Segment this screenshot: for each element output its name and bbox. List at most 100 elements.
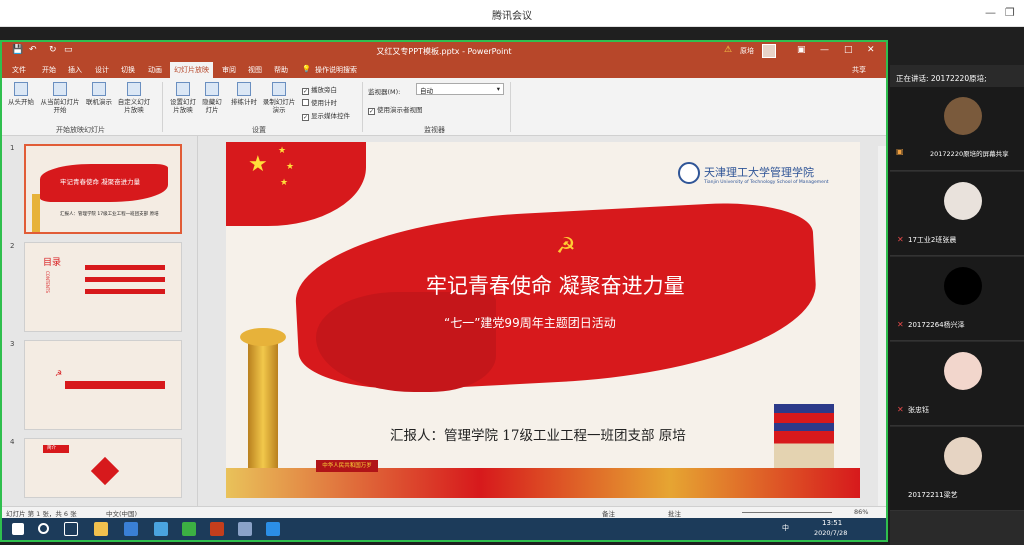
window-title-bar: 腾讯会议 — ❐ (0, 0, 1024, 27)
online-present-button[interactable]: 联机演示 (84, 82, 114, 106)
pillar-cap (240, 328, 286, 346)
participant-tile[interactable]: 20172211梁艺 (890, 427, 1024, 511)
from-start-button[interactable]: 从头开始 (6, 82, 36, 106)
thumb-number: 2 (10, 242, 15, 250)
participant-tile[interactable]: ✕ 17工业2班张晨 (890, 172, 1024, 256)
online-label: 联机演示 (86, 98, 112, 106)
close-icon[interactable]: ✕ (867, 45, 875, 55)
powerpoint-icon[interactable] (210, 522, 224, 536)
tab-help[interactable]: 帮助 (274, 65, 288, 75)
screen-share-icon: ▣ (896, 147, 904, 156)
thumb-toc: 目录 (43, 258, 62, 268)
minimize-icon[interactable]: — (820, 45, 829, 55)
slide-editor: ★ ★ ★ ★ 天津理工大学管理学院 Tianjin University of… (198, 136, 886, 536)
slide-thumbnail-2[interactable]: 目录 CONTENTS (24, 242, 182, 332)
toc-bar (85, 265, 165, 270)
monitor-select[interactable]: 自动 ▾ (416, 83, 504, 95)
search-icon[interactable] (38, 523, 49, 534)
ime-indicator[interactable]: 中 (782, 523, 789, 533)
minimize-icon[interactable]: — (985, 6, 996, 19)
record-label: 录制幻灯片演示 (262, 98, 296, 114)
from-current-button[interactable]: 从当前幻灯片开始 (38, 82, 82, 114)
monitor-value: 自动 (420, 87, 433, 95)
user-name[interactable]: 原培 (740, 46, 754, 56)
tab-slideshow[interactable]: 幻灯片放映 (170, 62, 213, 78)
file-explorer-icon[interactable] (94, 522, 108, 536)
slideshow-current-icon (53, 82, 67, 96)
rehearse-label: 排练计时 (231, 98, 257, 106)
record-button[interactable]: 录制幻灯片演示 (262, 82, 296, 114)
restore-icon[interactable]: ❐ (1005, 6, 1015, 19)
tab-animations[interactable]: 动画 (148, 65, 162, 75)
tiananmen-banner: 中华人民共和国万岁 (316, 460, 378, 472)
zoom-level[interactable]: 86% (854, 508, 868, 516)
flower-band (226, 468, 860, 498)
avatar (944, 437, 982, 475)
temple-of-heaven (774, 404, 834, 468)
participant-tile[interactable]: ✕ 张忠钰 (890, 342, 1024, 426)
rehearse-button[interactable]: 排练计时 (228, 82, 260, 106)
slide-thumbnail-3[interactable]: ☭ (24, 340, 182, 430)
status-bar: 幻灯片 第 1 张，共 6 张 中文(中国) 备注 批注 86% (2, 506, 886, 518)
tab-design[interactable]: 设计 (95, 65, 109, 75)
tab-view[interactable]: 视图 (248, 65, 262, 75)
app-icon[interactable] (238, 522, 252, 536)
presenter-view-label: 使用演示者视图 (377, 106, 423, 114)
browser-icon[interactable] (154, 522, 168, 536)
setup-icon (176, 82, 190, 96)
custom-label: 自定义幻灯片放映 (117, 98, 151, 114)
setup-label: 设置幻灯片放映 (170, 98, 196, 114)
tab-insert[interactable]: 插入 (68, 65, 82, 75)
ribbon-tabs: 文件 开始 插入 设计 切换 动画 幻灯片放映 审阅 视图 帮助 💡 操作说明搜… (2, 60, 886, 78)
thumb-number: 4 (10, 438, 15, 446)
slideshow-icon (14, 82, 28, 96)
media-controls-checkbox[interactable]: ✓ 显示媒体控件 (302, 110, 350, 121)
slide-thumbnail-1[interactable]: 牢记青春使命 凝聚奋进力量 汇报人：管理学院 17级工业工程一班团支部 原培 (24, 144, 182, 234)
participant-name: 张忠钰 (908, 406, 929, 414)
maximize-icon[interactable]: □ (844, 45, 853, 55)
thumb-number: 1 (10, 144, 15, 152)
tell-me-search[interactable]: 操作说明搜索 (315, 65, 357, 75)
share-button[interactable]: 共享 (852, 65, 866, 75)
tab-transitions[interactable]: 切换 (121, 65, 135, 75)
tab-file[interactable]: 文件 (12, 65, 26, 75)
timing-checkbox[interactable]: 使用计时 (302, 97, 337, 107)
avatar (944, 352, 982, 390)
slide-thumbnail-4[interactable]: 简介 (24, 438, 182, 498)
windows-start-icon[interactable] (12, 523, 24, 535)
clock-time[interactable]: 13:51 (822, 519, 842, 527)
custom-show-button[interactable]: 自定义幻灯片放映 (116, 82, 152, 114)
clock-date[interactable]: 2020/7/28 (814, 529, 847, 537)
avatar (944, 182, 982, 220)
toc-bar (85, 289, 165, 294)
thumb-title: 牢记青春使命 凝聚奋进力量 (60, 178, 141, 186)
tab-home[interactable]: 开始 (42, 65, 56, 75)
hide-slide-button[interactable]: 隐藏幻灯片 (200, 82, 224, 114)
notes-button[interactable]: 备注 (602, 508, 615, 518)
zoom-slider[interactable] (742, 512, 832, 513)
comments-button[interactable]: 批注 (668, 508, 681, 518)
task-view-icon[interactable] (64, 522, 78, 536)
group-monitor: 监视器 (424, 126, 445, 134)
vertical-scrollbar[interactable] (878, 146, 886, 526)
ribbon-display-icon[interactable]: ▣ (797, 45, 806, 55)
separator (510, 82, 511, 132)
narration-checkbox[interactable]: ✓ 播放旁白 (302, 84, 337, 95)
logo-subtext: Tianjin University of Technology School … (704, 180, 829, 185)
language[interactable]: 中文(中国) (106, 508, 137, 518)
participant-tile[interactable]: ✕ 20172264杨兴泽 (890, 257, 1024, 341)
slide-canvas[interactable]: ★ ★ ★ ★ 天津理工大学管理学院 Tianjin University of… (226, 142, 860, 498)
app-icon[interactable] (124, 522, 138, 536)
tencent-meeting-icon[interactable] (266, 522, 280, 536)
presenter-view-checkbox[interactable]: ✓ 使用演示者视图 (368, 104, 423, 115)
mic-muted-icon: ✕ (897, 320, 904, 329)
setup-slideshow-button[interactable]: 设置幻灯片放映 (168, 82, 198, 114)
avatar[interactable] (762, 44, 776, 58)
tab-review[interactable]: 审阅 (222, 65, 236, 75)
university-logo-icon (678, 162, 700, 184)
chrome-icon[interactable] (182, 522, 196, 536)
participant-tile[interactable]: ▣ 20172220原培的屏幕共享 (890, 87, 1024, 171)
reporter-line: 汇报人：管理学院 17级工业工程一班团支部 原培 (390, 428, 686, 444)
chevron-down-icon: ▾ (496, 85, 500, 93)
red-flag (226, 142, 366, 226)
